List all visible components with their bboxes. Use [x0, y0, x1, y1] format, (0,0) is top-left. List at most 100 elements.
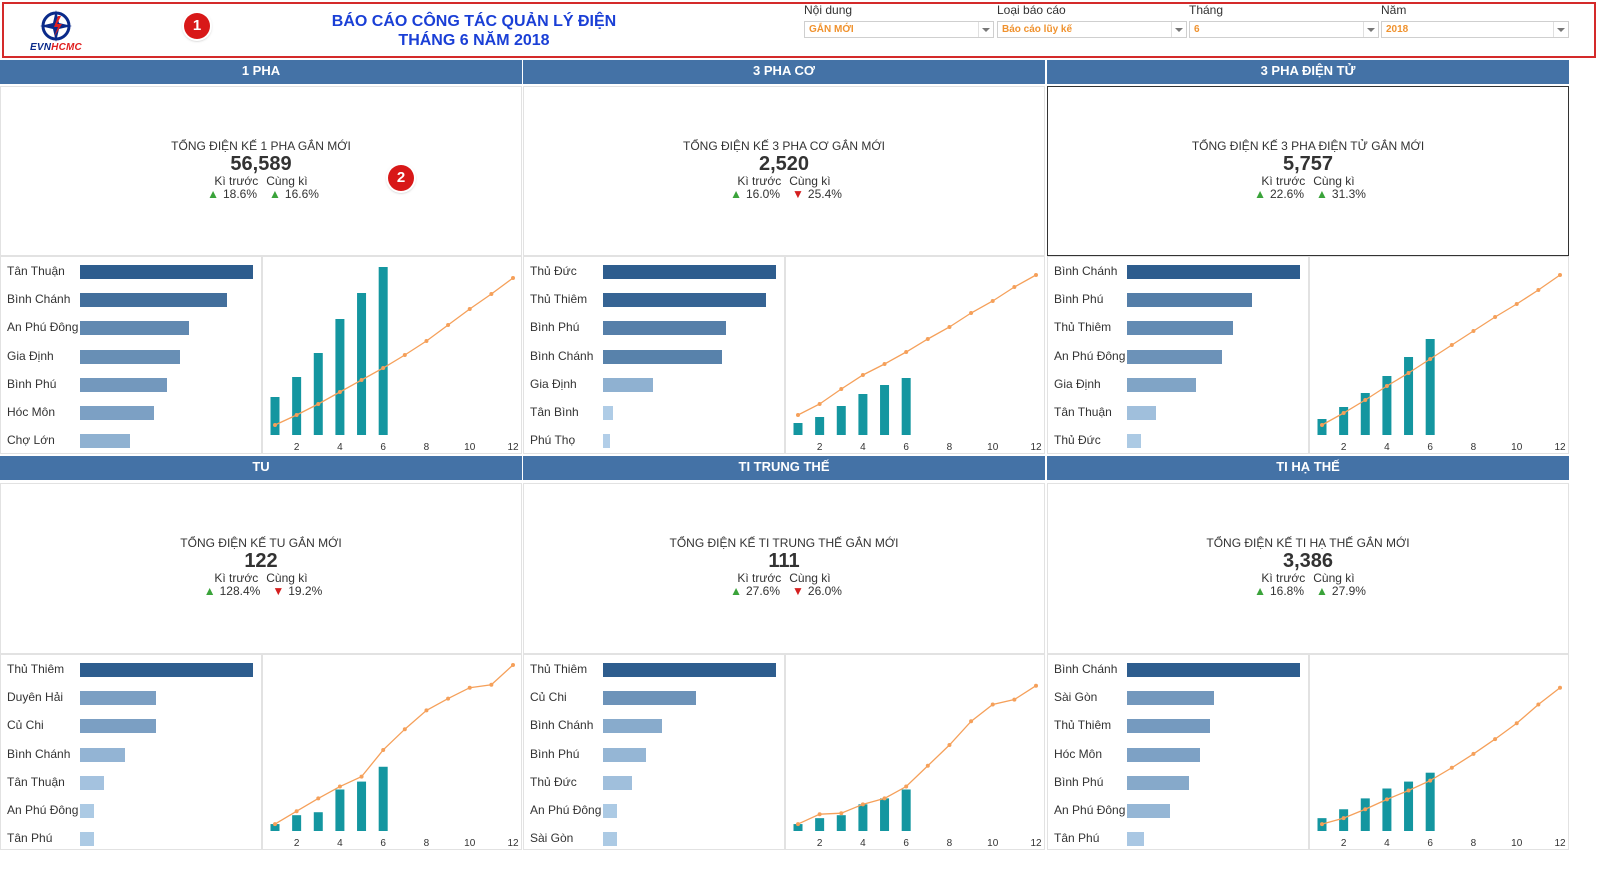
ranking-bar[interactable]: [1127, 719, 1211, 734]
kpi-card-3-pha-dien-tu[interactable]: TỔNG ĐIỆN KẾ 3 PHA ĐIỆN TỬ GẮN MỚI 5,757…: [1047, 86, 1569, 256]
ranking-bar[interactable]: [603, 434, 610, 449]
ranking-row[interactable]: Tân Bình: [524, 402, 784, 422]
kpi-card-ti-trung-the[interactable]: TỔNG ĐIỆN KẾ TI TRUNG THẾ GẮN MỚI 111 Kì…: [523, 483, 1045, 654]
line-point[interactable]: [1012, 697, 1017, 702]
ranking-row[interactable]: Sài Gòn: [1048, 687, 1308, 707]
ranking-chart-ti-ha-the[interactable]: Bình Chánh Sài Gòn Thủ Thiêm Hóc Môn Bìn…: [1047, 654, 1309, 850]
ranking-bar[interactable]: [1127, 265, 1300, 279]
chevron-down-icon[interactable]: [978, 22, 993, 37]
line-point[interactable]: [1493, 737, 1498, 742]
ranking-bar[interactable]: [80, 406, 155, 420]
line-point[interactable]: [1384, 384, 1389, 388]
ranking-bar[interactable]: [1127, 293, 1252, 308]
ranking-bar[interactable]: [1127, 434, 1141, 449]
line-point[interactable]: [273, 822, 277, 827]
line-point[interactable]: [1493, 315, 1498, 319]
ranking-row[interactable]: Tân Thuận: [1, 261, 261, 281]
ranking-bar[interactable]: [1127, 406, 1157, 420]
ranking-row[interactable]: Bình Phú: [1, 374, 261, 394]
column-bar[interactable]: [292, 377, 302, 435]
ranking-row[interactable]: Thủ Thiêm: [1048, 715, 1308, 735]
column-bar[interactable]: [313, 353, 323, 435]
ranking-row[interactable]: Hóc Môn: [1048, 744, 1308, 764]
column-bar[interactable]: [1404, 357, 1414, 435]
ranking-bar[interactable]: [1127, 377, 1197, 392]
ranking-bar[interactable]: [80, 775, 105, 790]
line-point[interactable]: [947, 325, 952, 329]
line-point[interactable]: [1449, 765, 1454, 770]
ranking-bar[interactable]: [603, 377, 654, 392]
line-point[interactable]: [1536, 288, 1541, 292]
kpi-card-tu[interactable]: TỔNG ĐIỆN KẾ TU GẮN MỚI 122 Kì trước Cùng…: [0, 483, 522, 654]
line-point[interactable]: [904, 784, 909, 789]
trend-chart-1-pha[interactable]: 2 4 6 8 10 12: [262, 256, 522, 454]
ranking-row[interactable]: Gia Định: [1048, 374, 1308, 394]
line-point[interactable]: [1034, 683, 1038, 688]
line-point[interactable]: [1320, 423, 1324, 427]
ranking-row[interactable]: Tân Thuận: [1, 772, 261, 792]
ranking-row[interactable]: Gia Định: [524, 374, 784, 394]
ranking-bar[interactable]: [80, 691, 157, 706]
line-point[interactable]: [1514, 302, 1519, 306]
line-point[interactable]: [337, 784, 342, 789]
ranking-row[interactable]: Duyên Hải: [1, 687, 261, 707]
ranking-chart-3-pha-co[interactable]: Thủ Đức Thủ Thiêm Bình Phú Bình Chánh Gi…: [523, 256, 785, 454]
column-bar[interactable]: [901, 378, 911, 435]
column-bar[interactable]: [858, 804, 868, 831]
line-point[interactable]: [1341, 816, 1346, 821]
ranking-row[interactable]: An Phú Đông: [524, 800, 784, 820]
filter-thang-select[interactable]: 6: [1189, 21, 1379, 38]
ranking-row[interactable]: Thủ Đức: [524, 772, 784, 792]
column-bar[interactable]: [378, 766, 388, 831]
column-bar[interactable]: [270, 397, 280, 435]
column-bar[interactable]: [1425, 339, 1435, 435]
line-point[interactable]: [511, 276, 515, 280]
line-point[interactable]: [294, 809, 299, 814]
column-bar[interactable]: [335, 789, 345, 831]
ranking-bar[interactable]: [1127, 775, 1190, 790]
ranking-row[interactable]: Thủ Thiêm: [1, 659, 261, 679]
line-point[interactable]: [359, 378, 364, 382]
ranking-bar[interactable]: [1127, 691, 1214, 706]
ranking-chart-3-pha-dien-tu[interactable]: Bình Chánh Bình Phú Thủ Thiêm An Phú Đôn…: [1047, 256, 1309, 454]
ranking-chart-ti-trung-the[interactable]: Thủ Thiêm Củ Chi Bình Chánh Bình Phú Thủ…: [523, 654, 785, 850]
column-bar[interactable]: [357, 293, 367, 435]
ranking-row[interactable]: Bình Chánh: [1, 744, 261, 764]
ranking-row[interactable]: Bình Phú: [1048, 772, 1308, 792]
ranking-row[interactable]: Thủ Thiêm: [524, 289, 784, 309]
line-point[interactable]: [489, 682, 494, 687]
filter-loai-bao-cao-select[interactable]: Báo cáo lũy kế: [997, 21, 1187, 38]
line-point[interactable]: [860, 802, 865, 807]
line-point[interactable]: [273, 423, 277, 427]
column-bar[interactable]: [313, 812, 323, 831]
ranking-bar[interactable]: [603, 321, 726, 336]
ranking-bar[interactable]: [80, 293, 228, 308]
line-point[interactable]: [925, 763, 930, 768]
ranking-row[interactable]: An Phú Đông: [1048, 800, 1308, 820]
line-point[interactable]: [990, 702, 995, 707]
ranking-row[interactable]: Thủ Thiêm: [524, 659, 784, 679]
ranking-row[interactable]: Bình Chánh: [524, 715, 784, 735]
ranking-row[interactable]: Củ Chi: [524, 687, 784, 707]
ranking-bar[interactable]: [603, 747, 647, 762]
ranking-row[interactable]: Bình Chánh: [1048, 261, 1308, 281]
kpi-card-1-pha[interactable]: TỔNG ĐIỆN KẾ 1 PHA GẮN MỚI 56,589 Kì trư…: [0, 86, 522, 256]
ranking-bar[interactable]: [1127, 321, 1233, 336]
ranking-bar[interactable]: [1127, 663, 1300, 677]
line-point[interactable]: [1012, 285, 1017, 289]
column-bar[interactable]: [815, 818, 825, 831]
line-point[interactable]: [446, 696, 451, 701]
ranking-row[interactable]: Bình Phú: [524, 744, 784, 764]
trend-chart-ti-trung-the[interactable]: 2 4 6 8 10 12: [785, 654, 1045, 850]
ranking-row[interactable]: Phú Thọ: [524, 430, 784, 450]
ranking-bar[interactable]: [80, 663, 253, 677]
line-point[interactable]: [1449, 343, 1454, 347]
column-bar[interactable]: [793, 423, 803, 435]
ranking-row[interactable]: Tân Thuận: [1048, 402, 1308, 422]
column-bar[interactable]: [836, 815, 846, 831]
column-bar[interactable]: [335, 319, 345, 435]
ranking-bar[interactable]: [603, 293, 766, 308]
ranking-row[interactable]: Bình Chánh: [1, 289, 261, 309]
line-point[interactable]: [969, 311, 974, 315]
line-point[interactable]: [381, 747, 386, 752]
